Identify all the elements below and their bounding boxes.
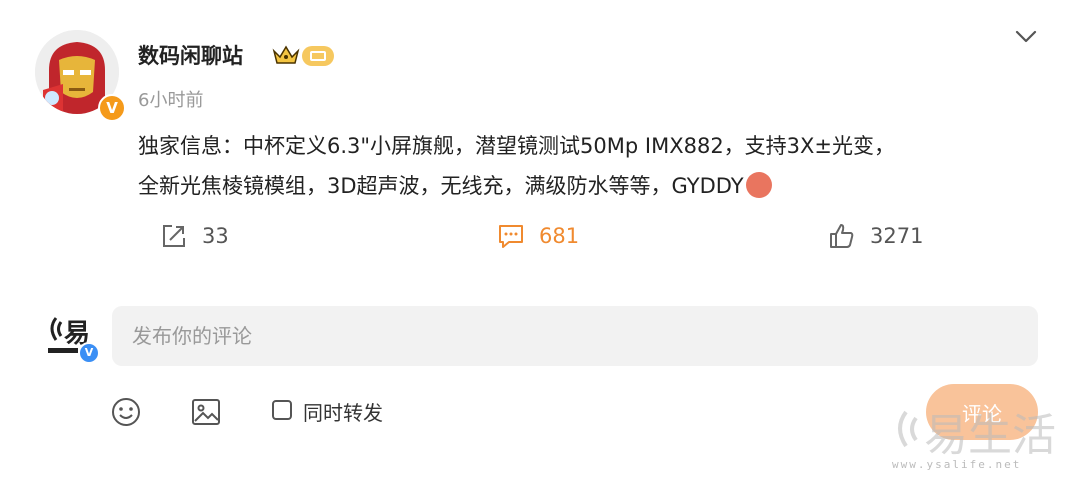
vip-level-badge-icon [302,46,334,66]
comment-icon [499,225,523,248]
comment-count: 681 [539,224,580,248]
emoji-icon [745,172,772,198]
repost-checkbox-label[interactable]: 同时转发 [303,397,383,426]
repost-icon [163,225,185,247]
verified-badge: V [98,94,126,122]
post-content: 独家信息：中杯定义6.3"小屏旗舰，潜望镜测试50Mp IMX882，支持3X±… [138,126,1038,206]
user-verified-badge: V [78,342,100,364]
watermark-text: 易生活 [924,410,1056,461]
like-count: 3271 [870,224,924,248]
repost-checkbox[interactable] [272,400,292,420]
emoji-picker-icon[interactable] [110,396,142,428]
like-button[interactable]: 3271 [828,220,923,252]
post-content-line-2-text: 全新光焦棱镜模组，3D超声波，无线充，满级防水等等，GYDDY [138,174,744,198]
author-name[interactable]: 数码闲聊站 [138,40,243,70]
comment-input[interactable] [112,306,1038,366]
crown-icon [272,45,300,64]
chevron-down-icon[interactable] [1013,26,1039,46]
watermark-url: www.ysalife.net [892,458,1022,471]
image-upload-icon[interactable] [190,396,222,428]
repost-button[interactable]: 33 [160,220,229,252]
post-content-line-1: 独家信息：中杯定义6.3"小屏旗舰，潜望镜测试50Mp IMX882，支持3X±… [138,134,896,158]
repost-count: 33 [202,224,229,248]
thumbs-up-icon [830,224,854,248]
post-content-line-2: 全新光焦棱镜模组，3D超声波，无线充，满级防水等等，GYDDY [138,166,1038,206]
post-timestamp: 6小时前 [138,90,204,111]
comment-button[interactable]: 681 [497,220,579,252]
